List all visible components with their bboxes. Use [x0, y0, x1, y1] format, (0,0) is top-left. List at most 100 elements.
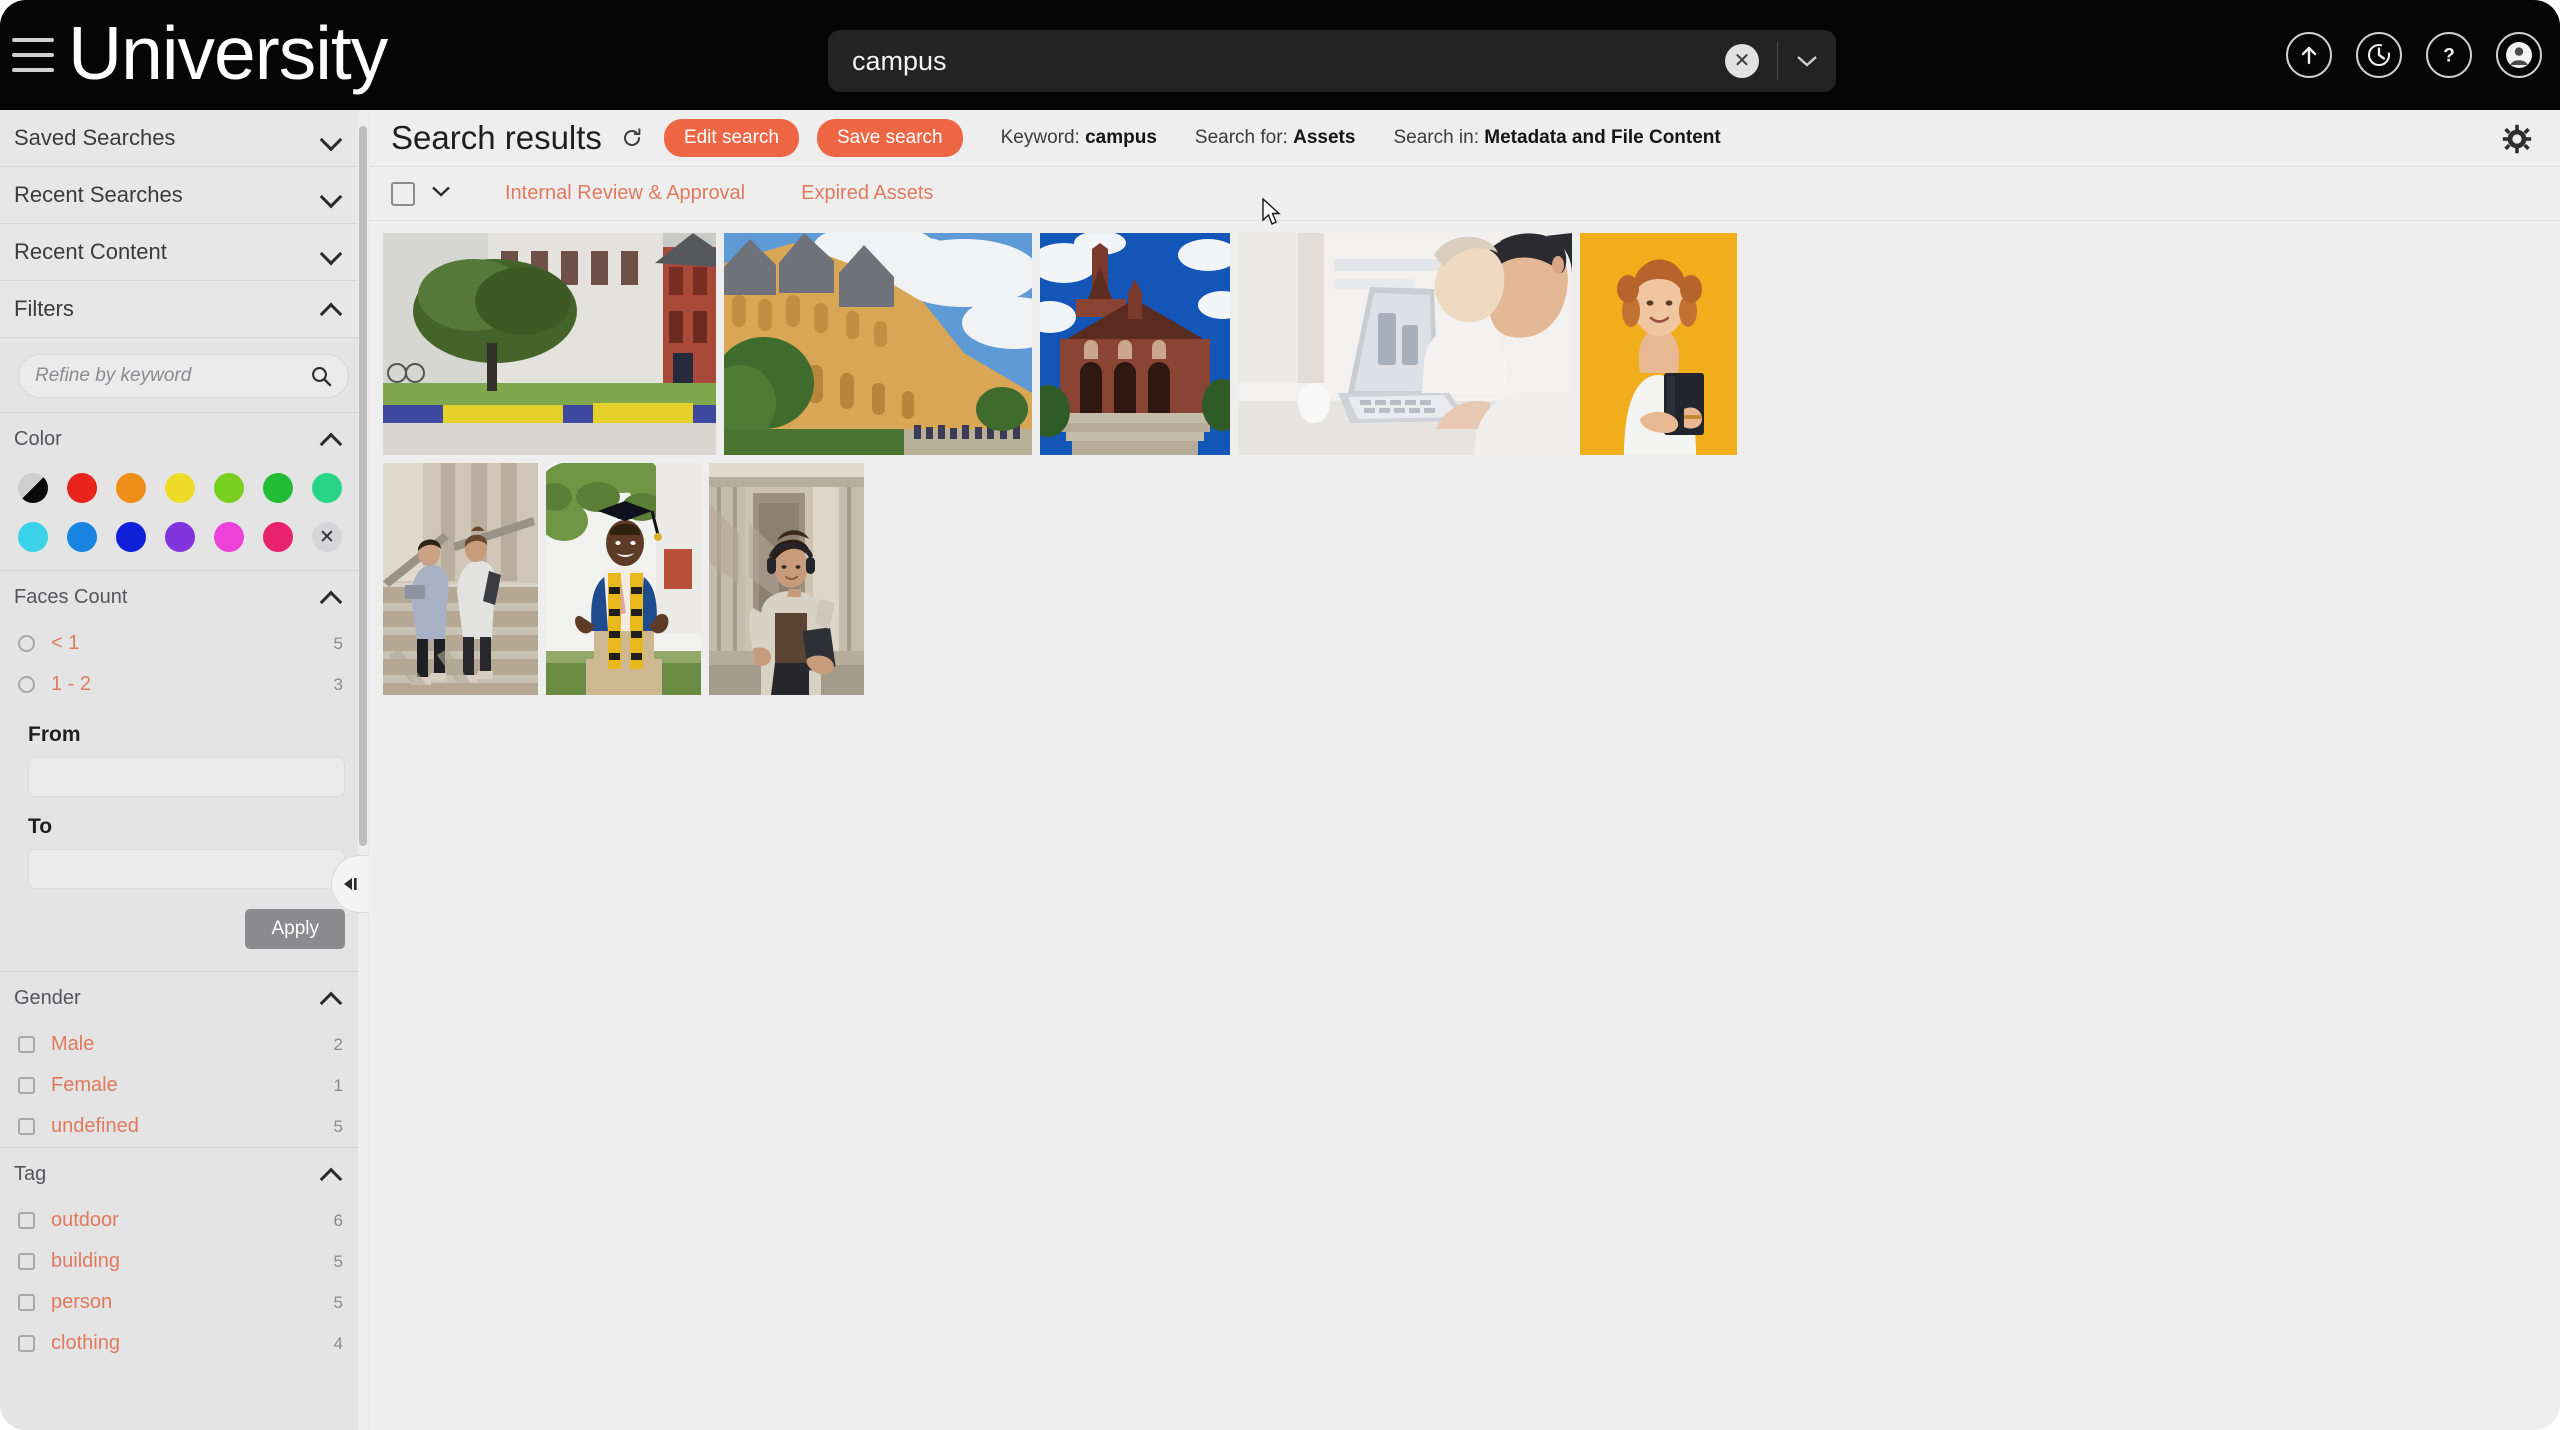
to-input[interactable]: [29, 850, 344, 888]
clear-search-icon[interactable]: ✕: [1725, 44, 1759, 78]
color-swatch-4[interactable]: [214, 473, 244, 503]
filter-section-faces-count[interactable]: Faces Count: [0, 571, 367, 623]
checkbox[interactable]: [18, 1294, 35, 1311]
color-swatch-11[interactable]: [214, 522, 244, 552]
from-field-wrapper[interactable]: [28, 757, 345, 797]
option-count: 4: [333, 1333, 343, 1353]
sidebar-scrollbar-thumb[interactable]: [359, 126, 367, 846]
to-field-wrapper[interactable]: [28, 849, 345, 889]
asset-thumbnail-students-laptop-typing[interactable]: [1238, 233, 1572, 455]
color-swatch-5[interactable]: [263, 473, 293, 503]
tag-option[interactable]: building 5: [0, 1241, 367, 1282]
results-header: Search results Edit search Save search K…: [369, 110, 2560, 167]
color-swatch-10[interactable]: [165, 522, 195, 552]
gender-option[interactable]: Male 2: [0, 1024, 367, 1065]
main-content: Search results Edit search Save search K…: [369, 110, 2560, 1430]
meta-search-for: Search for: Assets: [1195, 127, 1356, 149]
checkbox[interactable]: [18, 1335, 35, 1352]
filter-section-color[interactable]: Color: [0, 413, 367, 465]
meta-keyword-key: Keyword:: [1000, 127, 1080, 148]
collapse-left-icon: [343, 878, 357, 890]
hamburger-menu-icon[interactable]: [12, 38, 54, 72]
sidebar-section-saved-searches[interactable]: Saved Searches: [0, 110, 367, 167]
refresh-icon[interactable]: [620, 125, 646, 151]
color-swatch-9[interactable]: [116, 522, 146, 552]
color-swatch-8[interactable]: [67, 522, 97, 552]
refine-input-wrapper[interactable]: [18, 354, 349, 398]
radio-button[interactable]: [18, 635, 35, 652]
asset-thumbnail-student-headphones-columns[interactable]: [709, 463, 864, 695]
to-label: To: [28, 815, 53, 838]
sidebar-section-filters[interactable]: Filters: [0, 281, 367, 338]
filter-section-gender[interactable]: Gender: [0, 972, 367, 1024]
meta-search-in-value: Metadata and File Content: [1484, 127, 1721, 148]
checkbox[interactable]: [18, 1077, 35, 1094]
checkbox[interactable]: [18, 1212, 35, 1229]
option-label: outdoor: [51, 1209, 119, 1231]
tag-option[interactable]: outdoor 6: [0, 1200, 367, 1241]
color-swatch-3[interactable]: [165, 473, 195, 503]
color-swatch-black-white[interactable]: [18, 473, 48, 503]
tag-option[interactable]: clothing 4: [0, 1323, 367, 1364]
option-label: person: [51, 1291, 113, 1313]
meta-search-for-value: Assets: [1293, 127, 1356, 148]
color-swatch-12[interactable]: [263, 522, 293, 552]
search-options-chevron-down-icon[interactable]: [1778, 39, 1836, 83]
from-input[interactable]: [29, 758, 344, 796]
clear-color-filter-icon[interactable]: ✕: [312, 522, 342, 552]
upload-icon[interactable]: [2286, 32, 2332, 78]
asset-thumbnail-graduate-kente-stole-seated[interactable]: [546, 463, 701, 695]
faces-count-option[interactable]: 1 - 2 3: [0, 664, 367, 705]
user-avatar-icon[interactable]: [2496, 32, 2542, 78]
chevron-up-icon: [321, 432, 343, 446]
results-row: [383, 233, 2560, 455]
select-all-checkbox[interactable]: [391, 181, 415, 206]
results-row: [383, 463, 2560, 695]
gender-option[interactable]: Female 1: [0, 1065, 367, 1106]
option-count: 5: [333, 1251, 343, 1271]
asset-thumbnail-campus-building-tree-flowerbed[interactable]: [383, 233, 716, 455]
tag-option-list: outdoor 6 building 5 person 5 clothing 4: [0, 1200, 367, 1364]
option-label: building: [51, 1250, 120, 1272]
chevron-up-icon: [321, 302, 343, 316]
tab-internal-review-approval[interactable]: Internal Review & Approval: [505, 182, 745, 205]
color-swatch-6[interactable]: [312, 473, 342, 503]
asset-thumbnail-brick-chapel-blue-sky[interactable]: [1040, 233, 1230, 455]
faces-count-option[interactable]: < 1 5: [0, 623, 367, 664]
radio-button[interactable]: [18, 676, 35, 693]
gender-option[interactable]: undefined 5: [0, 1106, 367, 1147]
results-tab-bar: Internal Review & Approval Expired Asset…: [369, 167, 2560, 221]
checkbox[interactable]: [18, 1253, 35, 1270]
tag-option[interactable]: person 5: [0, 1282, 367, 1323]
save-search-button[interactable]: Save search: [816, 119, 963, 157]
asset-thumbnail-gothic-college-quad-sky[interactable]: [724, 233, 1032, 455]
filter-section-label: Color: [14, 427, 62, 450]
chevron-down-icon: [321, 188, 343, 202]
asset-thumbnail-student-yellow-backdrop-folder[interactable]: [1580, 233, 1737, 455]
checkbox[interactable]: [18, 1118, 35, 1135]
asset-thumbnail-two-students-on-steps[interactable]: [383, 463, 538, 695]
search-input[interactable]: [828, 45, 1725, 77]
apply-button[interactable]: Apply: [245, 909, 345, 949]
option-label: Male: [51, 1033, 95, 1055]
checkbox[interactable]: [18, 1036, 35, 1053]
sidebar-section-recent-searches[interactable]: Recent Searches: [0, 167, 367, 224]
help-icon[interactable]: ?: [2426, 32, 2472, 78]
filter-section-label: Faces Count: [14, 585, 128, 608]
sidebar-section-recent-content[interactable]: Recent Content: [0, 224, 367, 281]
tab-expired-assets[interactable]: Expired Assets: [801, 182, 933, 205]
color-swatch-2[interactable]: [116, 473, 146, 503]
option-count: 5: [333, 633, 343, 653]
select-all-chevron-down-icon[interactable]: [429, 184, 453, 204]
history-icon[interactable]: [2356, 32, 2402, 78]
color-swatch-1[interactable]: [67, 473, 97, 503]
filter-section-tag[interactable]: Tag: [0, 1148, 367, 1200]
global-search-bar[interactable]: ✕: [828, 30, 1836, 92]
option-label: Female: [51, 1074, 118, 1096]
color-swatch-7[interactable]: [18, 522, 48, 552]
results-grid: [369, 221, 2560, 695]
gear-icon[interactable]: [2502, 124, 2532, 159]
filter-section-label: Gender: [14, 986, 81, 1009]
edit-search-button[interactable]: Edit search: [663, 119, 799, 157]
refine-input[interactable]: [35, 365, 310, 387]
